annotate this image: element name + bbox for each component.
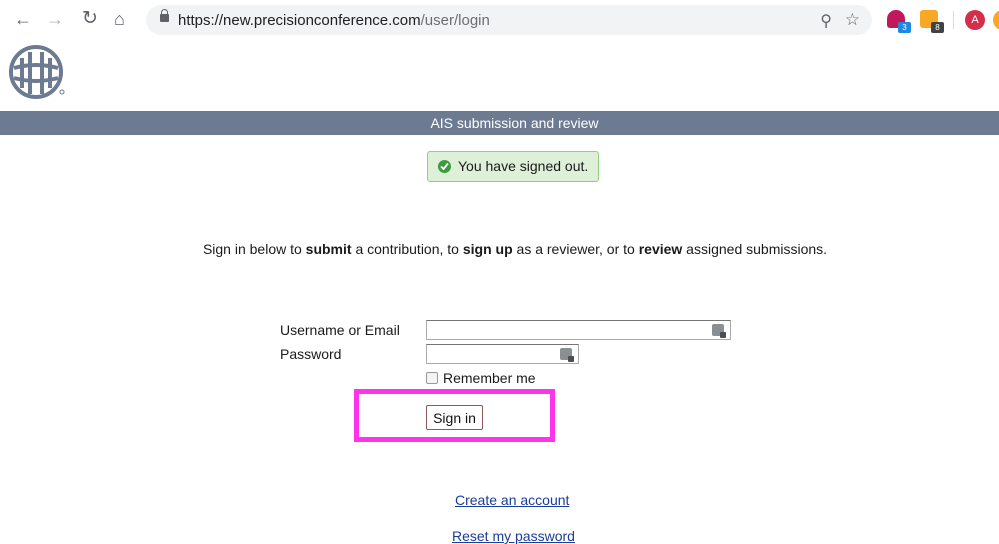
zoom-icon[interactable]: ⚲ xyxy=(820,11,832,31)
intro-bold-sign-up: sign up xyxy=(462,241,513,257)
username-field[interactable] xyxy=(426,320,731,340)
toolbar-divider xyxy=(953,11,954,29)
bookmark-star-icon[interactable]: ☆ xyxy=(845,10,860,30)
sign-in-button[interactable]: Sign in xyxy=(426,405,483,430)
intro-text: Sign in below to submit a contribution, … xyxy=(0,241,999,257)
intro-part1: Sign in below to xyxy=(202,241,306,257)
remember-me-checkbox[interactable]: Remember me xyxy=(426,370,536,386)
profile-avatar[interactable]: A xyxy=(965,10,985,30)
back-arrow-icon[interactable]: ← xyxy=(14,9,32,29)
check-circle-icon xyxy=(438,160,451,173)
checkbox-box[interactable] xyxy=(426,372,438,384)
url-text[interactable]: https://new.precisionconference.com/user… xyxy=(178,12,490,29)
address-bar[interactable]: https://new.precisionconference.com/user… xyxy=(146,5,872,35)
extension-2-icon[interactable]: 8 xyxy=(920,10,944,33)
extension-2-badge: 8 xyxy=(931,22,944,33)
browser-toolbar: ← → ↻ ⌂ https://new.precisionconference.… xyxy=(0,0,999,40)
ais-logo xyxy=(9,45,65,99)
reload-icon[interactable]: ↻ xyxy=(82,9,98,29)
remember-me-label: Remember me xyxy=(443,370,536,386)
extension-1-badge: 3 xyxy=(898,22,911,33)
home-icon[interactable]: ⌂ xyxy=(114,9,125,29)
create-account-link[interactable]: Create an account xyxy=(455,492,569,508)
alert-message: You have signed out. xyxy=(458,158,589,174)
password-field[interactable] xyxy=(426,344,579,364)
intro-bold-submit: submit xyxy=(305,241,352,257)
password-manager-icon[interactable] xyxy=(560,348,574,362)
forward-arrow-icon[interactable]: → xyxy=(46,9,64,29)
intro-part2: a contribution, to xyxy=(351,241,463,257)
signed-out-alert: You have signed out. xyxy=(427,151,599,182)
password-manager-icon[interactable] xyxy=(712,324,726,338)
intro-bold-review: review xyxy=(638,241,683,257)
intro-part3: as a reviewer, or to xyxy=(512,241,639,257)
banner-title: AIS submission and review xyxy=(430,115,599,131)
lock-icon xyxy=(160,9,169,22)
password-label: Password xyxy=(280,346,342,362)
url-host: https://new.precisionconference.com xyxy=(178,12,421,29)
extension-1-icon[interactable]: 3 xyxy=(887,10,911,33)
page-banner: AIS submission and review xyxy=(0,111,999,135)
username-label: Username or Email xyxy=(280,322,400,338)
url-path: /user/login xyxy=(420,12,490,29)
extension-3-icon[interactable] xyxy=(993,10,999,30)
intro-part4: assigned submissions. xyxy=(682,241,828,257)
